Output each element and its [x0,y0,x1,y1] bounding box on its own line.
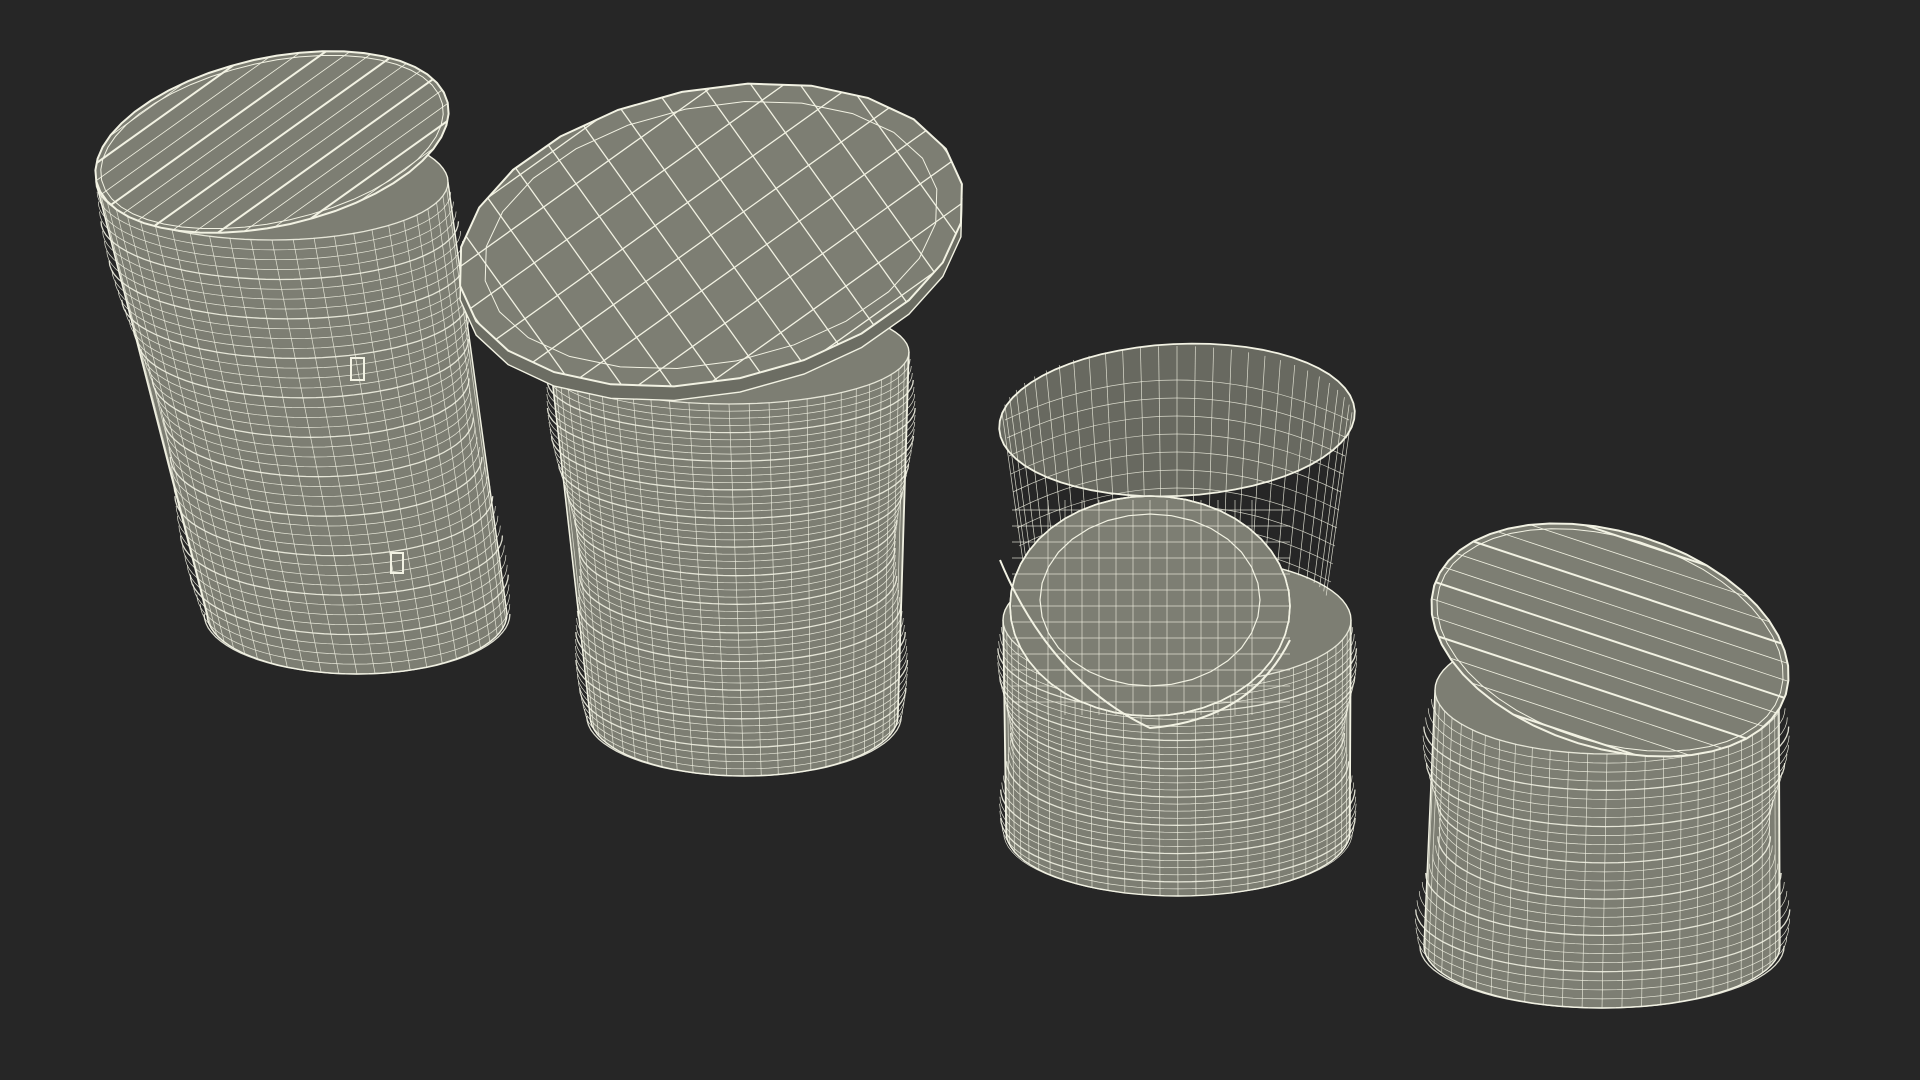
wireframe-viewport [0,0,1920,1080]
barrel-armchair [997,342,1358,897]
